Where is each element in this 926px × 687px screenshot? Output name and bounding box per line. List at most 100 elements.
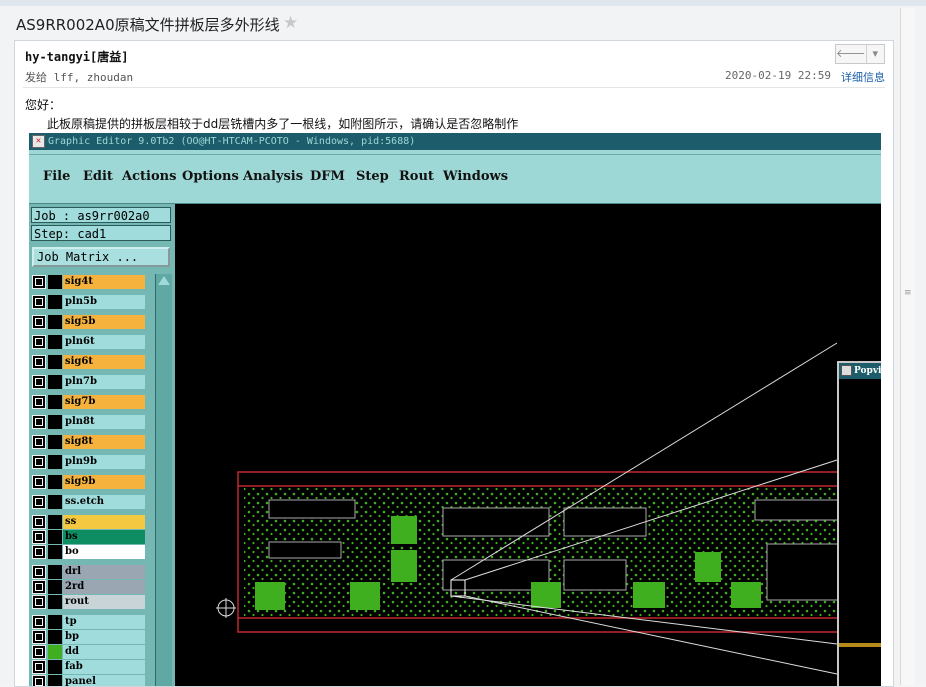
layer-checkbox[interactable] [32,660,46,674]
layer-row[interactable]: sig5b [31,314,147,330]
layer-checkbox[interactable] [32,675,46,686]
layer-row[interactable]: pln5b [31,294,147,310]
layer-checkbox[interactable] [32,565,46,579]
layer-checkbox[interactable] [32,435,46,449]
page-scrollbar[interactable] [900,8,915,685]
component [442,507,550,537]
layer-row[interactable]: pln9b [31,454,147,470]
scroll-grip-icon[interactable]: ≡ [904,288,912,298]
layer-checkbox[interactable] [32,275,46,289]
layer-row[interactable]: dd [31,644,147,660]
layer-checkbox[interactable] [32,630,46,644]
layer-name[interactable]: sig9b [63,475,145,489]
layer-row[interactable]: bs [31,529,147,545]
scroll-up-icon[interactable] [158,276,170,285]
layer-name[interactable]: sig4t [63,275,145,289]
job-matrix-button[interactable]: Job Matrix ... [32,247,170,267]
layer-name[interactable]: sig5b [63,315,145,329]
layer-row[interactable]: drl [31,564,147,580]
body-text: 此板原稿提供的拼板层相较于dd层铣槽内多了一根线，如附图所示，请确认是否忽略制作 [47,117,519,131]
layer-checkbox[interactable] [32,335,46,349]
layer-swatch [48,395,62,409]
layer-checkbox[interactable] [32,355,46,369]
layer-checkbox[interactable] [32,515,46,529]
graphic-canvas[interactable] [175,204,881,686]
layer-name[interactable]: 2rd [63,580,145,594]
layer-row[interactable]: sig9b [31,474,147,490]
layer-row[interactable]: sig8t [31,434,147,450]
layer-row[interactable]: pln7b [31,374,147,390]
layer-checkbox[interactable] [32,615,46,629]
layer-name[interactable]: tp [63,615,145,629]
layer-swatch [48,565,62,579]
ge-titlebar: ✕ Graphic Editor 9.0Tb2 (OO@HT-HTCAM-PCOT… [29,133,881,150]
layer-row[interactable]: sig7b [31,394,147,410]
layer-checkbox[interactable] [32,295,46,309]
layer-checkbox[interactable] [32,315,46,329]
layer-name[interactable]: sig8t [63,435,145,449]
message-card: hy-tangyi[唐益] 🡐 ▾ 发给 lff, zhoudan 2020-0… [14,40,894,687]
layer-row[interactable]: sig6t [31,354,147,370]
layer-checkbox[interactable] [32,580,46,594]
layer-checkbox[interactable] [32,375,46,389]
layer-checkbox[interactable] [32,595,46,609]
layer-row[interactable]: pln8t [31,414,147,430]
menu-file[interactable]: File [43,169,70,184]
details-link[interactable]: 详细信息 [841,69,885,85]
layer-row[interactable]: panel [31,674,147,686]
layer-checkbox[interactable] [32,395,46,409]
ge-menubar: File Edit Actions Options Analysis DFM S… [29,154,881,205]
layer-name[interactable]: pln7b [63,375,145,389]
layer-checkbox[interactable] [32,530,46,544]
layer-name[interactable]: pln8t [63,415,145,429]
menu-dfm[interactable]: DFM [310,169,345,184]
layer-name[interactable]: pln5b [63,295,145,309]
layer-row[interactable]: tp [31,614,147,630]
layer-scrollbar[interactable] [155,274,172,686]
layer-row[interactable]: bp [31,629,147,645]
layer-name[interactable]: bo [63,545,145,559]
star-icon[interactable]: ★ [283,13,298,33]
menu-rout[interactable]: Rout [399,169,434,184]
layer-name[interactable]: pln6t [63,335,145,349]
menu-actions[interactable]: Actions [122,169,176,184]
layer-checkbox[interactable] [32,455,46,469]
menu-analysis[interactable]: Analysis [243,169,303,184]
layer-checkbox[interactable] [32,415,46,429]
layer-name[interactable]: drl [63,565,145,579]
layer-row[interactable]: fab [31,659,147,675]
layer-checkbox[interactable] [32,495,46,509]
layer-name[interactable]: ss.etch [63,495,145,509]
menu-step[interactable]: Step [356,169,389,184]
dropdown-icon[interactable]: ▾ [867,45,885,63]
layer-row[interactable]: ss.etch [31,494,147,510]
reply-icon[interactable]: 🡐 [836,45,867,63]
pad [695,552,721,582]
menu-edit[interactable]: Edit [83,169,113,184]
popview-window[interactable]: Popvie [837,361,881,686]
popview-line [839,643,881,647]
layer-checkbox[interactable] [32,475,46,489]
layer-name[interactable]: rout [63,595,145,609]
layer-name[interactable]: dd [63,645,145,659]
layer-row[interactable]: rout [31,594,147,610]
layer-name[interactable]: pln9b [63,455,145,469]
layer-row[interactable]: sig4t [31,274,147,290]
sender-name[interactable]: hy-tangyi[唐益] [25,48,128,65]
layer-row[interactable]: ss [31,514,147,530]
layer-row[interactable]: 2rd [31,579,147,595]
layer-name[interactable]: sig7b [63,395,145,409]
layer-row[interactable]: bo [31,544,147,560]
layer-name[interactable]: bs [63,530,145,544]
layer-swatch [48,375,62,389]
layer-name[interactable]: ss [63,515,145,529]
menu-windows[interactable]: Windows [443,169,508,184]
layer-checkbox[interactable] [32,645,46,659]
layer-name[interactable]: panel [63,675,145,686]
layer-row[interactable]: pln6t [31,334,147,350]
layer-name[interactable]: fab [63,660,145,674]
layer-name[interactable]: sig6t [63,355,145,369]
layer-name[interactable]: bp [63,630,145,644]
layer-checkbox[interactable] [32,545,46,559]
menu-options[interactable]: Options [182,169,239,184]
